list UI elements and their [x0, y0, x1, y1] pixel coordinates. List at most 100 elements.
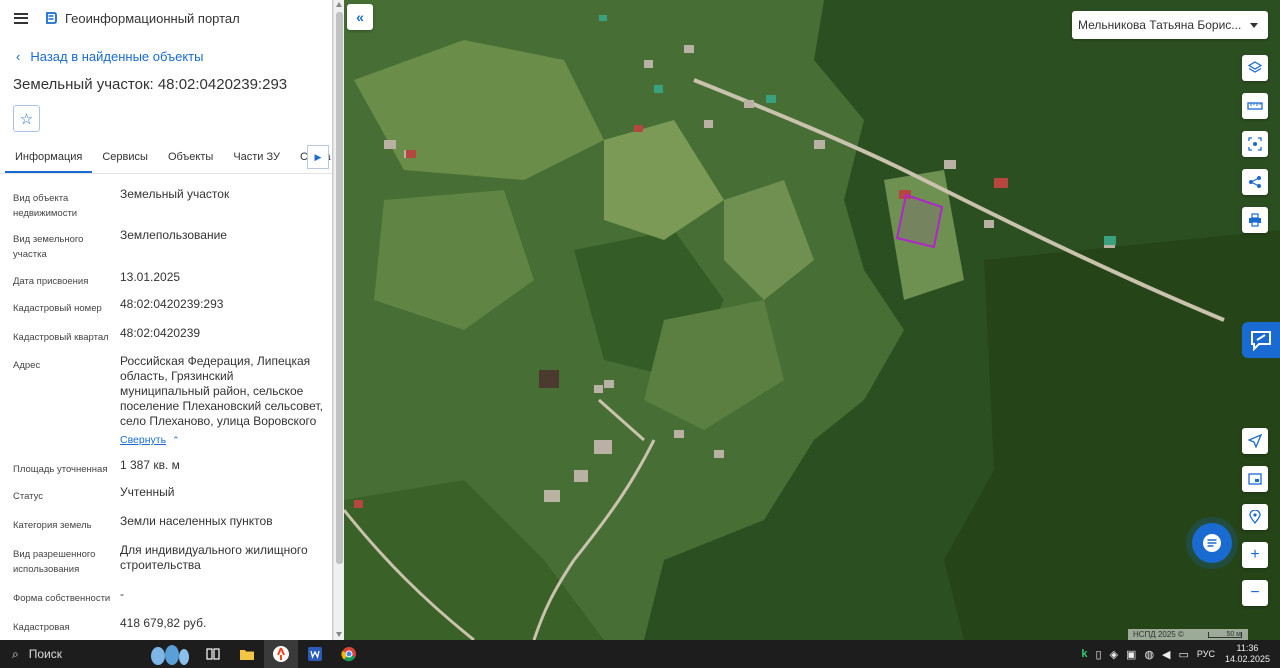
zoom-out-button[interactable]: − — [1242, 580, 1268, 606]
taskbar-widget[interactable] — [140, 640, 196, 668]
scroll-up-icon[interactable] — [336, 2, 342, 7]
assistant-tab[interactable] — [1242, 322, 1280, 358]
prop-value: - — [120, 587, 124, 601]
prop-label: Статус — [13, 491, 44, 502]
ruler-icon — [1247, 102, 1263, 110]
globe-icon[interactable]: ◍ — [1144, 648, 1154, 661]
tab-services[interactable]: Сервисы — [92, 142, 158, 173]
layers-button[interactable] — [1242, 55, 1268, 81]
prop-label: Вид земельного участка — [13, 234, 84, 260]
navigation-arrow-icon — [1248, 434, 1262, 448]
chevron-up-icon: ⌃ — [172, 435, 180, 445]
scroll-thumb[interactable] — [336, 12, 343, 564]
share-icon — [1249, 176, 1261, 188]
chrome-icon — [341, 647, 356, 662]
prop-value: Землепользование — [120, 228, 227, 242]
network-icon[interactable]: ▣ — [1126, 648, 1136, 661]
tab-objects[interactable]: Объекты — [158, 142, 223, 173]
search-icon: ⌕ — [12, 646, 19, 661]
portal-title: Геоинформационный портал — [65, 10, 240, 26]
locate-button[interactable] — [1242, 428, 1268, 454]
volume-icon[interactable]: ◀ — [1162, 648, 1170, 661]
favorite-button[interactable]: ☆ — [13, 105, 40, 132]
info-panel: Геоинформационный портал ‹ Назад в найде… — [0, 0, 333, 640]
chat-button[interactable] — [1186, 517, 1238, 569]
prop-value: 418 679,82 руб. — [120, 616, 207, 630]
share-button[interactable] — [1242, 169, 1268, 195]
tabs-scroll-right-button[interactable]: ▶ — [307, 145, 329, 169]
caret-down-icon — [1250, 23, 1258, 28]
system-tray: k ▯ ◈ ▣ ◍ ◀ ▭ РУС 11:36 14.02.2025 — [1077, 640, 1280, 668]
prop-label: Кадастровый квартал — [13, 332, 109, 343]
tab-bar: Информация Сервисы Объекты Части ЗУ Сост… — [0, 142, 332, 174]
printer-icon — [1249, 213, 1261, 227]
prop-label: Категория земель — [13, 520, 92, 531]
menu-icon[interactable] — [14, 12, 28, 24]
scale-bar: 50 м — [1208, 631, 1242, 638]
map-pin-icon — [1249, 510, 1261, 524]
address-value-block: Российская Федерация, Липецкая область, … — [120, 354, 325, 448]
map-attribution: НСПД 2025 © 50 м — [1128, 629, 1248, 640]
collapse-panel-button[interactable]: « — [347, 4, 373, 30]
double-chevron-left-icon: « — [356, 9, 364, 25]
pin-button[interactable] — [1242, 504, 1268, 530]
folder-icon — [240, 649, 254, 660]
scroll-down-icon[interactable] — [336, 632, 342, 637]
security-shield-icon[interactable]: ◈ — [1110, 648, 1118, 661]
panel-header: Геоинформационный портал — [0, 0, 332, 36]
file-explorer-button[interactable] — [230, 640, 264, 668]
prop-value: Земли населенных пунктов — [120, 514, 273, 528]
yandex-browser-icon — [273, 646, 289, 662]
prop-label: Дата присвоения — [13, 276, 89, 287]
ruler-button[interactable] — [1242, 93, 1268, 119]
prop-value: Земельный участок — [120, 187, 230, 201]
triangle-right-icon: ▶ — [314, 151, 322, 162]
chevron-left-icon: ‹ — [16, 48, 21, 64]
yandex-browser-button[interactable] — [264, 640, 298, 668]
user-dropdown[interactable]: Мельникова Татьяна Борис... — [1072, 11, 1268, 39]
plus-icon: + — [1250, 546, 1260, 563]
collapse-link[interactable]: Свернуть — [120, 434, 166, 446]
prop-label: Вид объекта недвижимости — [13, 193, 78, 219]
portal-logo-icon — [46, 12, 57, 24]
chrome-button[interactable] — [332, 640, 366, 668]
clock[interactable]: 11:36 14.02.2025 — [1225, 643, 1270, 665]
panel-scrollbar[interactable] — [333, 0, 344, 640]
tab-info[interactable]: Информация — [5, 142, 93, 173]
back-link-label: Назад в найденные объекты — [30, 48, 204, 64]
prop-value: 1 387 кв. м — [120, 458, 180, 472]
clock-date: 14.02.2025 — [1224, 654, 1270, 664]
word-icon — [308, 647, 322, 661]
chat-icon — [1203, 534, 1221, 552]
prop-label: Кадастровая стоимость — [13, 622, 70, 640]
parcel-outline[interactable] — [344, 0, 1280, 640]
prop-value: Учтенный — [120, 485, 175, 499]
task-view-button[interactable] — [196, 640, 230, 668]
satellite-map[interactable] — [344, 0, 1280, 640]
back-to-results-link[interactable]: ‹ Назад в найденные объекты — [16, 48, 332, 64]
prop-label: Форма собственности — [13, 593, 111, 604]
object-title: Земельный участок: 48:02:0420239:293 — [13, 76, 288, 93]
keyboard-icon[interactable]: ▭ — [1179, 648, 1189, 661]
prop-value: Российская Федерация, Липецкая область, … — [120, 354, 323, 428]
minimap-button[interactable] — [1242, 466, 1268, 492]
clock-time: 11:36 — [1236, 643, 1259, 653]
prop-label: Вид разрешенного использования — [13, 549, 96, 575]
language-indicator[interactable]: РУС — [1197, 649, 1215, 659]
layers-icon — [1248, 61, 1262, 73]
select-area-button[interactable] — [1242, 131, 1268, 157]
word-button[interactable] — [298, 640, 332, 668]
select-area-icon — [1248, 137, 1262, 151]
taskbar-search[interactable]: ⌕ Поиск — [0, 640, 140, 668]
prop-value: 48:02:0420239 — [120, 326, 201, 340]
zoom-in-button[interactable]: + — [1242, 542, 1268, 568]
kaspersky-icon[interactable]: k — [1081, 648, 1087, 660]
task-view-icon — [206, 648, 220, 660]
star-icon: ☆ — [19, 110, 34, 128]
print-button[interactable] — [1242, 207, 1268, 233]
tab-parts[interactable]: Части ЗУ — [223, 142, 290, 173]
usb-icon[interactable]: ▯ — [1096, 648, 1102, 661]
prop-label: Адрес — [13, 360, 41, 371]
user-name: Мельникова Татьяна Борис... — [1078, 18, 1242, 32]
prop-value: Для индивидуального жилищного строительс… — [120, 543, 308, 572]
